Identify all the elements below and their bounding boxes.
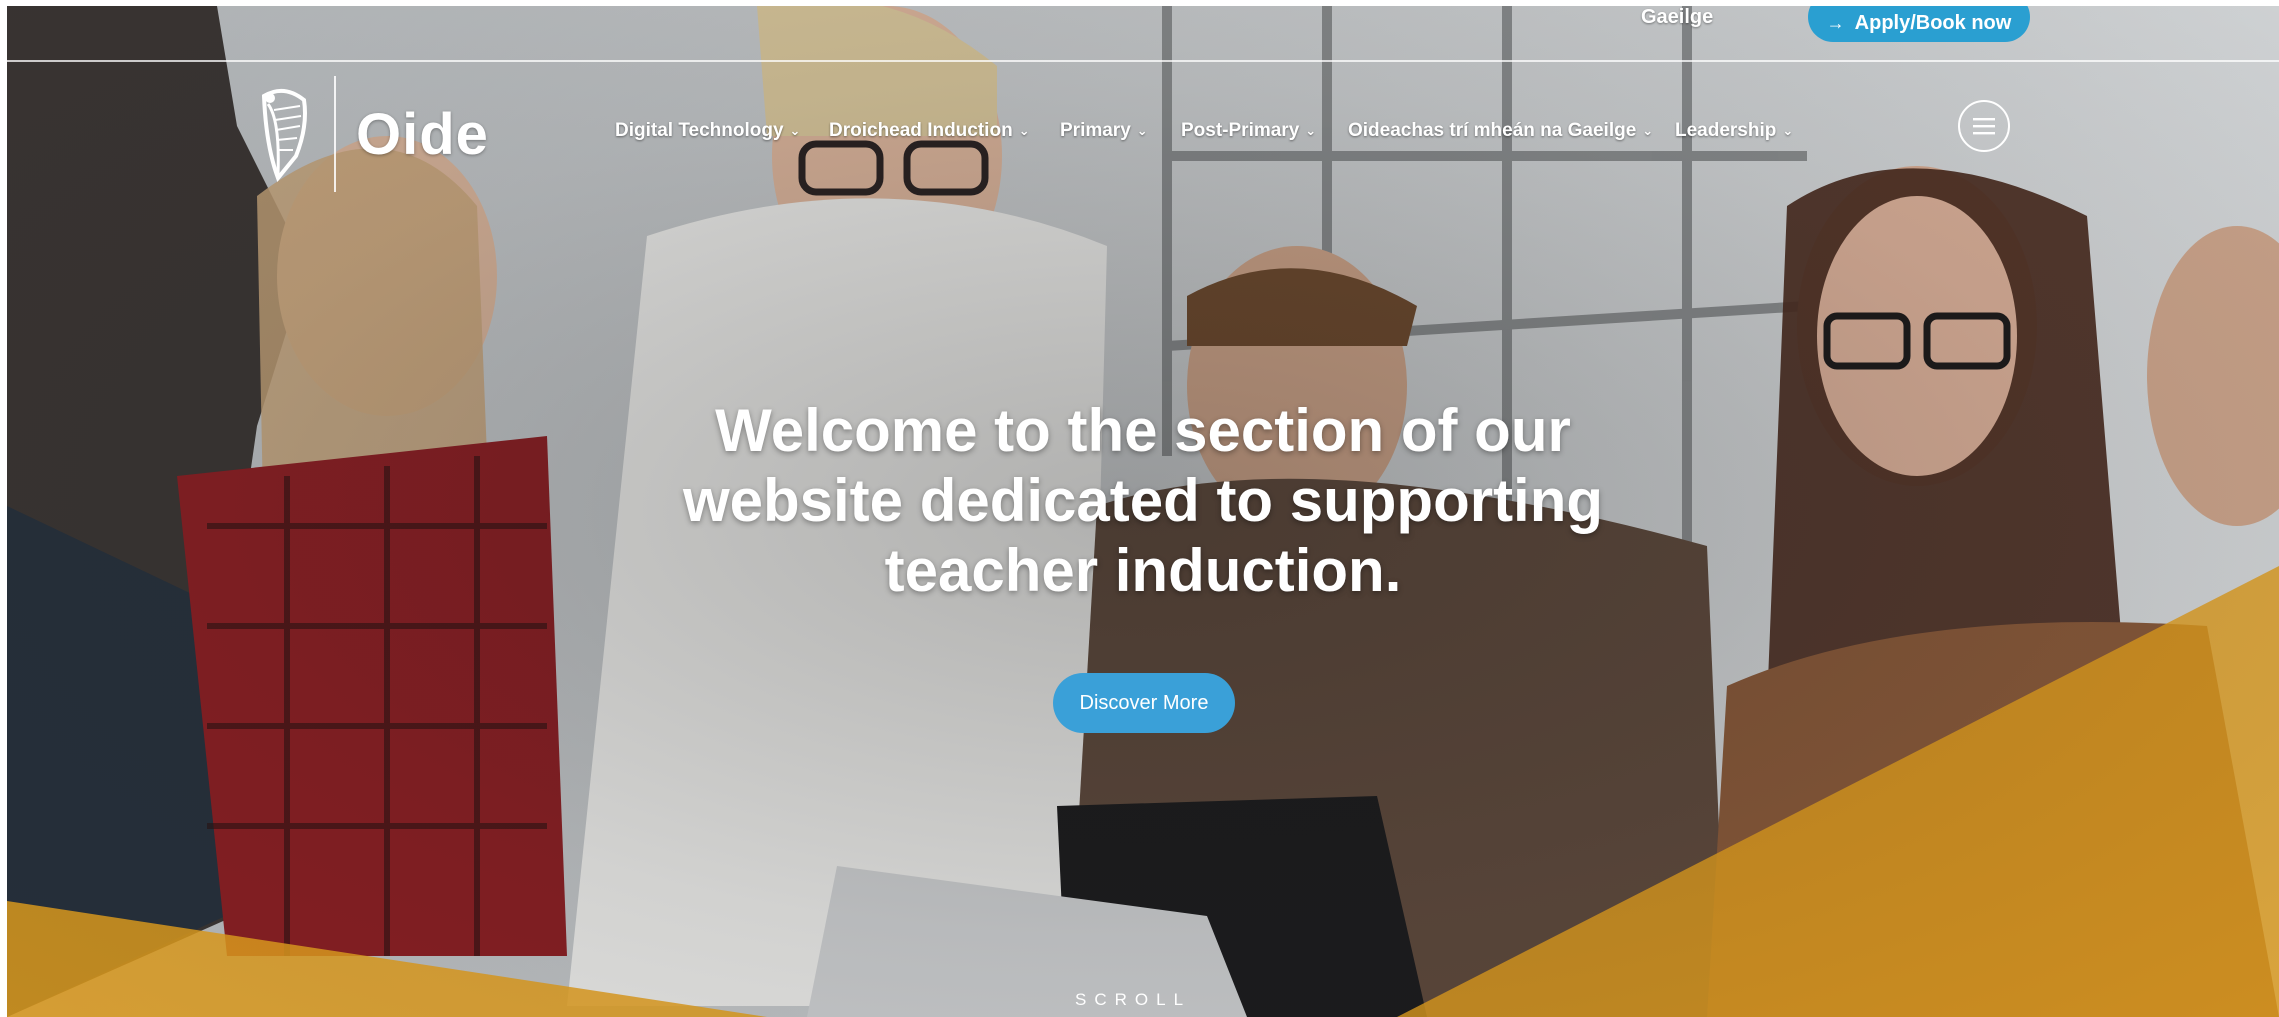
chevron-down-icon: ⌄: [1136, 123, 1148, 138]
nav-item-droichead-induction[interactable]: Droichead Induction ⌄: [829, 120, 1030, 142]
hamburger-menu-icon: [1973, 118, 1995, 135]
apply-book-button[interactable]: → Apply/Book now: [1808, 6, 2030, 42]
hero-title: Welcome to the section of our website de…: [682, 397, 1604, 604]
header-divider: [7, 60, 2279, 62]
language-link[interactable]: Gaeilge: [1641, 6, 1713, 29]
nav-item-post-primary[interactable]: Post-Primary ⌄: [1181, 120, 1316, 142]
chevron-down-icon: ⌄: [1018, 123, 1030, 138]
nav-item-label: Droichead Induction: [829, 120, 1013, 141]
main-navigation: Digital Technology ⌄ Droichead Induction ⌄…: [7, 120, 2279, 150]
nav-item-label: Primary: [1060, 120, 1131, 141]
chevron-down-icon: ⌄: [1782, 123, 1794, 138]
arrow-right-icon: →: [1826, 12, 1845, 33]
nav-item-label: Oideachas trí mheán na Gaeilge: [1348, 120, 1637, 141]
discover-more-button[interactable]: Discover More: [1053, 673, 1235, 733]
nav-item-digital-technology[interactable]: Digital Technology ⌄: [615, 120, 800, 142]
chevron-down-icon: ⌄: [1642, 123, 1654, 138]
page: Gaeilge → Apply/Book now Oide Digital Te…: [7, 6, 2279, 1017]
nav-item-primary[interactable]: Primary ⌄: [1060, 120, 1148, 142]
nav-item-label: Post-Primary: [1181, 120, 1300, 141]
menu-button[interactable]: [1958, 100, 2010, 152]
nav-item-oideachas[interactable]: Oideachas trí mheán na Gaeilge ⌄: [1348, 120, 1653, 142]
nav-item-label: Digital Technology: [615, 120, 784, 141]
apply-book-label: Apply/Book now: [1854, 11, 2012, 34]
nav-item-leadership[interactable]: Leadership ⌄: [1675, 120, 1793, 142]
chevron-down-icon: ⌄: [1305, 123, 1317, 138]
nav-item-label: Leadership: [1675, 120, 1777, 141]
chevron-down-icon: ⌄: [789, 123, 801, 138]
scroll-indicator[interactable]: SCROLL: [1075, 990, 1191, 1010]
